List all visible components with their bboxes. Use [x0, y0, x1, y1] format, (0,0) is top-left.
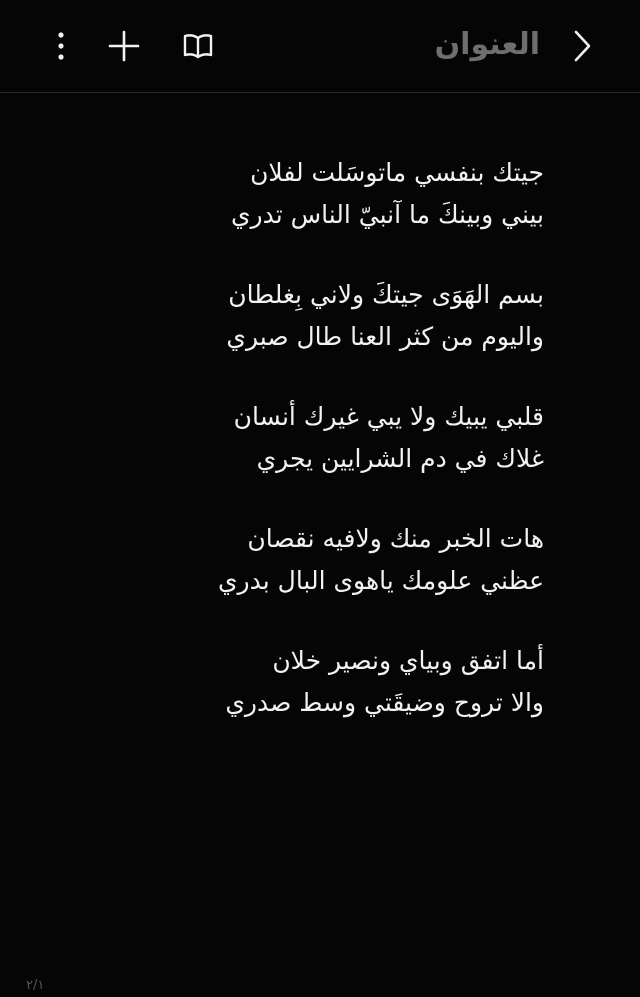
- poem-line: أما اتفق وبياي ونصير خلان: [272, 646, 544, 675]
- stanza: جيتك بنفسي ماتوسَلت لفلان بيني وبينكَ ما…: [180, 152, 544, 236]
- stanza: أما اتفق وبياي ونصير خلان والا تروح وضيق…: [180, 640, 544, 724]
- back-button[interactable]: [562, 26, 602, 66]
- poem-line: جيتك بنفسي ماتوسَلت لفلان: [250, 158, 544, 187]
- reading-mode-button[interactable]: [178, 26, 218, 66]
- poem-line: واليوم من كثر العنا طال صبري: [226, 322, 544, 351]
- more-options-button[interactable]: [41, 26, 81, 66]
- stanza: قلبي يبيك ولا يبي غيرك أنسان غلاك في دم …: [180, 396, 544, 480]
- poem-line: بيني وبينكَ ما آنبيّ الناس تدري: [230, 200, 544, 229]
- stanza: بسم الهَوَى جيتكَ ولاني بِغلطان واليوم م…: [180, 274, 544, 358]
- poem-line: بسم الهَوَى جيتكَ ولاني بِغلطان: [228, 280, 544, 309]
- plus-icon: [108, 30, 140, 62]
- note-body[interactable]: جيتك بنفسي ماتوسَلت لفلان بيني وبينكَ ما…: [180, 152, 544, 762]
- poem-line: قلبي يبيك ولا يبي غيرك أنسان: [233, 402, 544, 431]
- add-button[interactable]: [104, 26, 144, 66]
- poem-line: والا تروح وضيقَتي وسط صدري: [225, 688, 544, 717]
- poem-line: غلاك في دم الشرايين يجري: [256, 444, 544, 473]
- book-open-icon: [183, 34, 213, 59]
- page-indicator: ٢/١: [26, 978, 45, 993]
- more-vertical-icon: [58, 32, 64, 60]
- poem-line: هات الخبر منك ولافيه نقصان: [247, 524, 544, 553]
- top-bar: العنوان: [0, 0, 640, 93]
- chevron-right-icon: [574, 30, 591, 62]
- note-title[interactable]: العنوان: [435, 22, 540, 68]
- stanza: هات الخبر منك ولافيه نقصان عظني علومك يا…: [180, 518, 544, 602]
- poem-line: عظني علومك ياهوى البال بدري: [217, 566, 544, 595]
